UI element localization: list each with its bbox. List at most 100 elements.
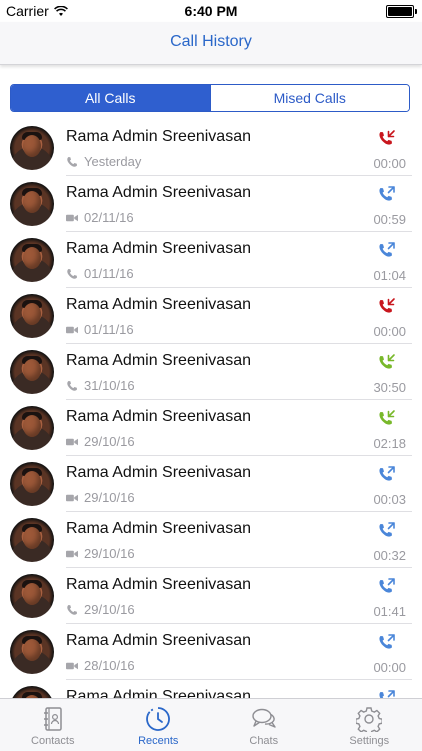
call-duration: 01:41 bbox=[373, 604, 406, 619]
video-icon bbox=[66, 436, 78, 448]
incoming-call-icon[interactable] bbox=[378, 408, 396, 426]
outgoing-call-icon[interactable] bbox=[378, 464, 396, 482]
call-duration: 00:00 bbox=[373, 156, 406, 171]
contact-name: Rama Admin Sreenivasan bbox=[66, 632, 251, 650]
tab-recents[interactable]: Recents bbox=[106, 699, 212, 751]
avatar bbox=[10, 462, 54, 506]
call-duration: 00:00 bbox=[373, 660, 406, 675]
battery-icon bbox=[386, 5, 414, 18]
contact-name: Rama Admin Sreenivasan bbox=[66, 184, 251, 202]
missed-calls-tab[interactable]: Mised Calls bbox=[210, 85, 410, 111]
video-icon bbox=[66, 212, 78, 224]
call-row[interactable]: Rama Admin Sreenivasan 31/10/16 30:50 bbox=[0, 344, 422, 400]
clock: 6:40 PM bbox=[0, 3, 422, 19]
phone-icon bbox=[66, 156, 78, 168]
outgoing-call-icon[interactable] bbox=[378, 520, 396, 538]
missed-call-icon[interactable] bbox=[378, 128, 396, 146]
outgoing-call-icon[interactable] bbox=[378, 632, 396, 650]
call-meta: 01/11/16 bbox=[66, 322, 134, 337]
call-meta: 29/10/16 bbox=[66, 546, 135, 561]
contact-name: Rama Admin Sreenivasan bbox=[66, 240, 251, 258]
tab-bar: Contacts Recents Chats Settings bbox=[0, 698, 422, 751]
call-date: 01/11/16 bbox=[84, 266, 134, 281]
phone-icon bbox=[66, 604, 78, 616]
call-row[interactable]: Rama Admin Sreenivasan bbox=[0, 680, 422, 698]
contacts-book-icon bbox=[40, 706, 66, 732]
tab-chats[interactable]: Chats bbox=[211, 699, 317, 751]
status-bar: Carrier 6:40 PM bbox=[0, 0, 422, 22]
incoming-call-icon[interactable] bbox=[378, 352, 396, 370]
call-row[interactable]: Rama Admin Sreenivasan 28/10/16 00:00 bbox=[0, 624, 422, 680]
call-row[interactable]: Rama Admin Sreenivasan29/10/1600:03 bbox=[0, 456, 422, 512]
tab-recents-label: Recents bbox=[138, 735, 178, 747]
tab-settings[interactable]: Settings bbox=[317, 699, 422, 751]
avatar bbox=[10, 294, 54, 338]
call-row[interactable]: Rama Admin Sreenivasan 29/10/16 00:32 bbox=[0, 512, 422, 568]
call-date: 29/10/16 bbox=[84, 490, 135, 505]
video-icon bbox=[66, 660, 78, 672]
call-date: 29/10/16 bbox=[84, 602, 135, 617]
call-meta: 29/10/16 bbox=[66, 434, 135, 449]
tab-settings-label: Settings bbox=[349, 735, 389, 747]
avatar bbox=[10, 350, 54, 394]
call-duration: 00:59 bbox=[373, 212, 406, 227]
contact-name: Rama Admin Sreenivasan bbox=[66, 520, 251, 538]
contact-name: Rama Admin Sreenivasan bbox=[66, 352, 251, 370]
tab-contacts-label: Contacts bbox=[31, 735, 74, 747]
contact-name: Rama Admin Sreenivasan bbox=[66, 296, 251, 314]
call-date: Yesterday bbox=[84, 154, 141, 169]
all-calls-tab[interactable]: All Calls bbox=[11, 85, 210, 111]
phone-icon bbox=[66, 380, 78, 392]
call-duration: 02:18 bbox=[373, 436, 406, 451]
call-row[interactable]: Rama Admin Sreenivasan Yesterday 00:00 bbox=[0, 120, 422, 176]
video-icon bbox=[66, 492, 78, 504]
video-icon bbox=[66, 324, 78, 336]
call-row[interactable]: Rama Admin Sreenivasan 01/11/16 01:04 bbox=[0, 232, 422, 288]
call-duration: 00:00 bbox=[373, 324, 406, 339]
contact-name: Rama Admin Sreenivasan bbox=[66, 128, 251, 146]
call-meta: 01/11/16 bbox=[66, 266, 134, 281]
call-row[interactable]: Rama Admin Sreenivasan 29/10/16 02:18 bbox=[0, 400, 422, 456]
navigation-bar: Call History bbox=[0, 22, 422, 65]
call-meta: 29/10/16 bbox=[66, 490, 135, 505]
avatar bbox=[10, 574, 54, 618]
call-date: 31/10/16 bbox=[84, 378, 135, 393]
call-date: 28/10/16 bbox=[84, 658, 135, 673]
avatar bbox=[10, 686, 54, 698]
call-row[interactable]: Rama Admin Sreenivasan 01/11/16 00:00 bbox=[0, 288, 422, 344]
call-meta: 31/10/16 bbox=[66, 378, 135, 393]
call-duration: 30:50 bbox=[373, 380, 406, 395]
call-meta: 29/10/16 bbox=[66, 602, 135, 617]
tab-chats-label: Chats bbox=[249, 735, 278, 747]
avatar bbox=[10, 182, 54, 226]
phone-icon bbox=[66, 268, 78, 280]
outgoing-call-icon[interactable] bbox=[378, 688, 396, 698]
outgoing-call-icon[interactable] bbox=[378, 240, 396, 258]
call-duration: 00:03 bbox=[373, 492, 406, 507]
call-history-list: Rama Admin SreenivasanYesterday00:00Rama… bbox=[0, 120, 422, 698]
contact-name: Rama Admin Sreenivasan bbox=[66, 408, 251, 426]
call-date: 29/10/16 bbox=[84, 434, 135, 449]
call-duration: 00:32 bbox=[373, 548, 406, 563]
missed-call-icon[interactable] bbox=[378, 296, 396, 314]
avatar bbox=[10, 126, 54, 170]
contact-name: Rama Admin Sreenivasan bbox=[66, 688, 251, 698]
call-row[interactable]: Rama Admin Sreenivasan 02/11/16 00:59 bbox=[0, 176, 422, 232]
page-title: Call History bbox=[0, 33, 422, 51]
call-row[interactable]: Rama Admin Sreenivasan 29/10/16 01:41 bbox=[0, 568, 422, 624]
gear-icon bbox=[356, 706, 382, 732]
avatar bbox=[10, 406, 54, 450]
chat-bubbles-icon bbox=[251, 706, 277, 732]
outgoing-call-icon[interactable] bbox=[378, 184, 396, 202]
video-icon bbox=[66, 548, 78, 560]
contact-name: Rama Admin Sreenivasan bbox=[66, 576, 251, 594]
avatar bbox=[10, 630, 54, 674]
call-meta: 28/10/16 bbox=[66, 658, 135, 673]
call-meta: Yesterday bbox=[66, 154, 141, 169]
tab-contacts[interactable]: Contacts bbox=[0, 699, 106, 751]
clock-icon bbox=[145, 706, 171, 732]
avatar bbox=[10, 518, 54, 562]
call-duration: 01:04 bbox=[373, 268, 406, 283]
call-date: 02/11/16 bbox=[84, 210, 134, 225]
outgoing-call-icon[interactable] bbox=[378, 576, 396, 594]
